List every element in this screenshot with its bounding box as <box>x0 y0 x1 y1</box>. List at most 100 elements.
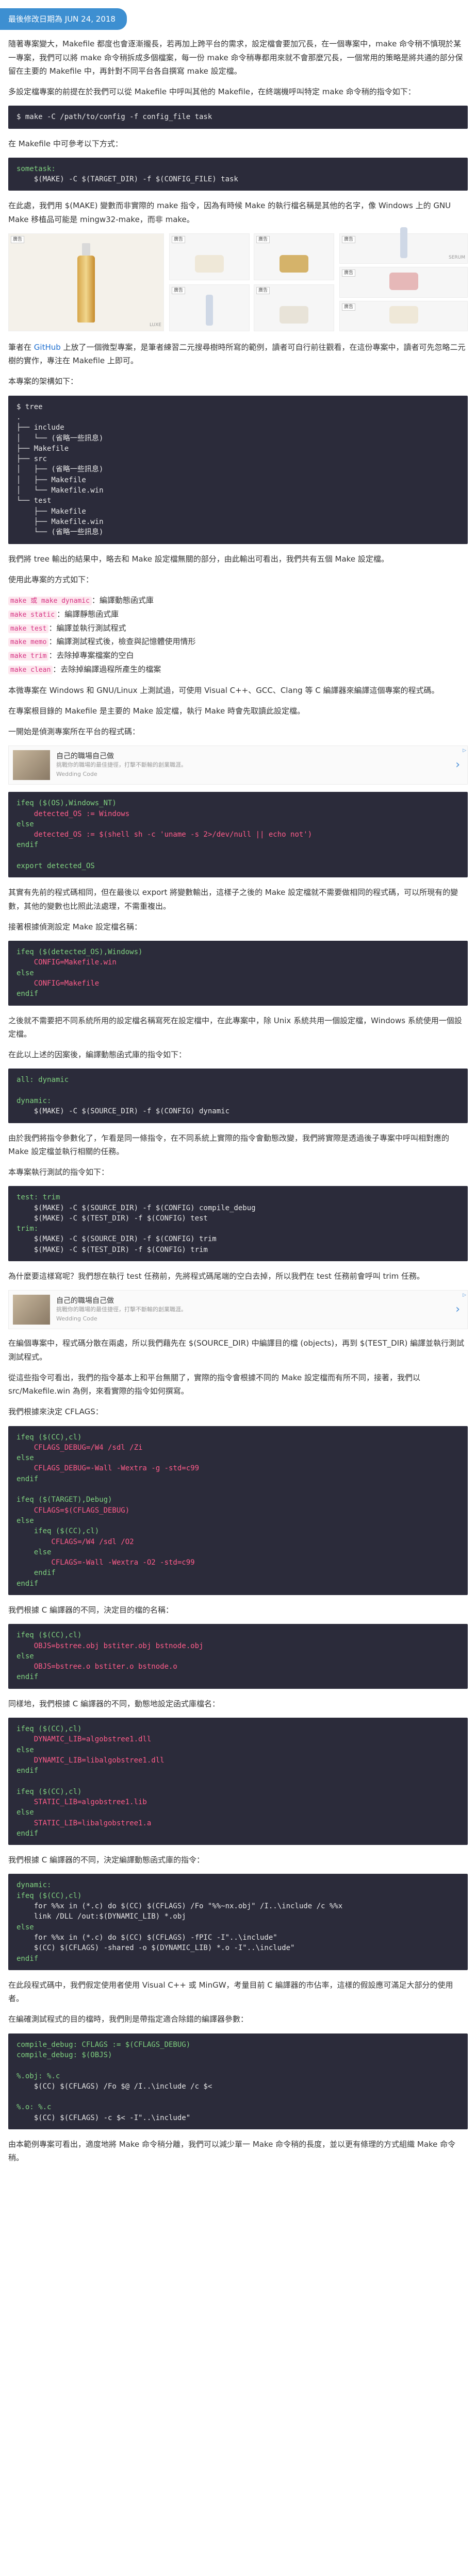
code-line: CFLAGS_DEBUG=/W4 /sdl /Zi <box>17 1443 143 1452</box>
paragraph-lib-names: 同樣地，我們根據 C 編譯器的不同，動態地設定函式庫檔名： <box>8 1699 220 1708</box>
code-line: else <box>17 1548 52 1556</box>
ad-title[interactable]: 自己的職場自己做 <box>56 752 187 762</box>
ad-chip: 廣告 <box>342 269 356 277</box>
paragraph-dynamic-explain: 由於我們將指令參數化了，乍看是同一條指令，在不同系統上實際的指令會動態改變，我們… <box>8 1133 450 1156</box>
code-line: CFLAGS=/W4 /sdl /O2 <box>17 1537 134 1546</box>
tube-image <box>400 227 407 259</box>
ad-title[interactable]: 自己的職場自己做 <box>56 1296 187 1307</box>
code-block-sometask: sometask: $(MAKE) -C $(TARGET_DIR) -f $(… <box>8 157 468 191</box>
code-line: CFLAGS=-Wall -Wextra -O2 -std=c99 <box>17 1558 195 1567</box>
paragraph-github: 筆者在 GitHub 上放了一個微型專案，是筆者練習二元搜尋樹時所寫的範例，讀者… <box>8 341 468 368</box>
usage-command: make memo <box>8 638 49 647</box>
code-line: $(CC) $(CFLAGS) /Fo $@ /I..\include /c $… <box>17 2082 212 2091</box>
usage-description: ：編譯靜態函式庫 <box>57 609 119 619</box>
ad-subtitle: 挑戰你的職場的最佳捷徑，打擊不斷輸的創業職涯。 <box>56 761 187 769</box>
code-line: else <box>17 969 34 977</box>
code-line: $(MAKE) -C $(SOURCE_DIR) -f $(CONFIG) co… <box>17 1204 256 1212</box>
ad-brand: Wedding Code <box>56 770 97 777</box>
code-line: $(MAKE) -C $(SOURCE_DIR) -f $(CONFIG) tr… <box>17 1235 217 1244</box>
code-line: ifeq ($(CC),cl) <box>17 1724 82 1733</box>
ad-brand: Wedding Code <box>56 1315 97 1322</box>
code-line: ├── src <box>17 455 47 464</box>
usage-item: make static ：編譯靜態函式庫 <box>8 607 468 621</box>
tube-image <box>206 294 213 326</box>
paragraph-conclusion: 由本範例專案可看出，適度地將 Make 命令稍分離，我們可以減少單一 Make … <box>8 2139 456 2163</box>
ad-card[interactable]: 自己的職場自己做 挑戰你的職場的最佳捷徑，打擊不斷輸的創業職涯。 Wedding… <box>8 745 468 785</box>
code-line: OBJS=bstree.o bstiter.o bstnode.o <box>17 1663 177 1671</box>
code-block-tree: $ tree. ├── include │ └── (省略一些訊息) ├── Make… <box>8 395 468 544</box>
ad-gallery[interactable]: 廣告 LUXE 廣告 廣告 廣告 廣告 廣告 SERUM 廣告 廣告 <box>8 227 468 331</box>
code-line: endif <box>17 1954 39 1963</box>
code-line: endif <box>17 1475 39 1483</box>
code-line: CONFIG=Makefile <box>17 979 100 988</box>
paragraph-usage-title: 使用此專案的方式如下： <box>8 574 94 584</box>
ad-main-product[interactable]: 廣告 LUXE <box>8 233 164 331</box>
adchoices-icon[interactable]: ▷ <box>463 747 466 755</box>
ad-card[interactable]: 自己的職場自己做 挑戰你的職場的最佳捷徑，打擊不斷輸的創業職涯。 Wedding… <box>8 1290 468 1330</box>
ad-chip: 廣告 <box>172 235 186 243</box>
usage-item: make 或 make dynamic ：編譯動態函式庫 <box>8 594 468 607</box>
paragraph-test-title: 本專案執行測試的指令如下： <box>8 1167 109 1177</box>
code-line: else <box>17 820 34 828</box>
code-line: %.obj: %.c <box>17 2072 60 2080</box>
ad-mid-grid: 廣告 廣告 廣告 廣告 <box>169 233 334 331</box>
ad-thumb[interactable]: 廣告 <box>339 300 468 331</box>
code-line: $(MAKE) -C $(TEST_DIR) -f $(CONFIG) trim <box>17 1245 208 1254</box>
adchoices-icon[interactable]: ▷ <box>463 1292 466 1300</box>
chevron-right-icon[interactable]: › <box>455 1300 460 1320</box>
usage-description: ：去除掉編譯過程所產生的檔案 <box>53 664 161 674</box>
paragraph-compiler-assume: 在此段程式碼中，我們假定使用者使用 Visual C++ 或 MinGW，考量目… <box>8 1980 453 2004</box>
paragraph-trim: 為什麼要這樣寫呢？我們想在執行 test 任務前，先將程式碼尾端的空白去掉，所以… <box>8 1272 425 1281</box>
paragraph-structure: 本專案的架構如下： <box>8 377 78 386</box>
code-line: ifeq ($(CC),cl) <box>17 1433 82 1442</box>
ad-thumb[interactable]: 廣告 SERUM <box>339 227 468 264</box>
ad-thumb[interactable]: 廣告 <box>169 233 250 280</box>
code-line: ├── Makefile <box>17 444 69 453</box>
code-line: │ └── (省略一些訊息) <box>17 434 104 443</box>
ad-thumb[interactable]: 廣告 <box>254 233 334 280</box>
ad-thumb[interactable]: 廣告 <box>339 267 468 298</box>
code-line: detected_OS := $(shell sh -c 'uname -s 2… <box>17 831 313 839</box>
code-block-objs: ifeq ($(CC),cl) OBJS=bstree.obj bstiter.… <box>8 1624 468 1689</box>
code-line: ├── Makefile <box>17 507 86 516</box>
code-task-label: sometask: <box>17 164 56 173</box>
code-line: ├── Makefile.win <box>17 517 104 526</box>
code-block-cflags: ifeq ($(CC),cl) CFLAGS_DEBUG=/W4 /sdl /Z… <box>8 1426 468 1595</box>
jar-image <box>389 306 418 324</box>
ad-thumb[interactable]: 廣告 <box>169 284 250 331</box>
code-block-debug: compile_debug: CFLAGS := $(CFLAGS_DEBUG)… <box>8 2033 468 2129</box>
usage-command: make trim <box>8 652 49 660</box>
code-block-dynamic-cmd: dynamic: ifeq ($(CC),cl) for %%x in (*.c)… <box>8 1874 468 1970</box>
code-line: CONFIG=Makefile.win <box>17 958 117 967</box>
code-line: endif <box>17 1767 39 1775</box>
bottle-image <box>77 243 95 323</box>
github-link[interactable]: GitHub <box>34 343 61 352</box>
ad-subtitle: 挑戰你的職場的最佳捷徑，打擊不斷輸的創業職涯。 <box>56 1306 187 1313</box>
usage-command: make 或 make dynamic <box>8 597 92 605</box>
jar-image <box>280 306 308 324</box>
paragraph-export: 其實有先前的程式碼相同，但在最後以 export 將變數輸出，這樣子之後的 Ma… <box>8 888 458 911</box>
ad-thumb[interactable]: 廣告 <box>254 284 334 331</box>
usage-item: make memo ：編譯測試程式後，檢查與記憶體使用情形 <box>8 635 468 649</box>
paragraph-cflags: 我們根據來決定 CFLAGS： <box>8 1407 103 1417</box>
code-line: ifeq ($(CC),cl) <box>17 1631 82 1640</box>
code-line: else <box>17 1652 34 1660</box>
code-line: for %%x in (*.c) do $(CC) $(CFLAGS) -fPI… <box>17 1933 277 1942</box>
code-block-config: ifeq ($(detected_OS),Windows) CONFIG=Mak… <box>8 941 468 1006</box>
paragraph-config-name: 接著根據偵測設定 Make 設定檔名稱： <box>8 922 142 931</box>
paragraph-ref: 在 Makefile 中可參考以下方式： <box>8 139 123 148</box>
code-line: else <box>17 1745 34 1754</box>
usage-command: make clean <box>8 665 53 674</box>
code-line: $(CC) $(CFLAGS) -shared -o $(DYNAMIC_LIB… <box>17 1944 295 1953</box>
code-line: export detected_OS <box>17 862 95 871</box>
chevron-right-icon[interactable]: › <box>455 755 460 775</box>
usage-list: make 或 make dynamic ：編譯動態函式庫 make static ：編… <box>8 594 468 676</box>
paragraph-debug: 在編確測試程式的目的檔時，我們則是帶指定適合除錯的編譯器參數： <box>8 2014 249 2024</box>
code-line: STATIC_LIB=algobstree1.lib <box>17 1798 147 1807</box>
paragraph-source-test-dir: 在編個專案中，程式碼分散在兩處，所以我們藉先在 $(SOURCE_DIR) 中編… <box>8 1338 465 1362</box>
usage-item: make test ：編譯並執行測試程式 <box>8 621 468 635</box>
gallery-main-label: LUXE <box>149 323 161 328</box>
